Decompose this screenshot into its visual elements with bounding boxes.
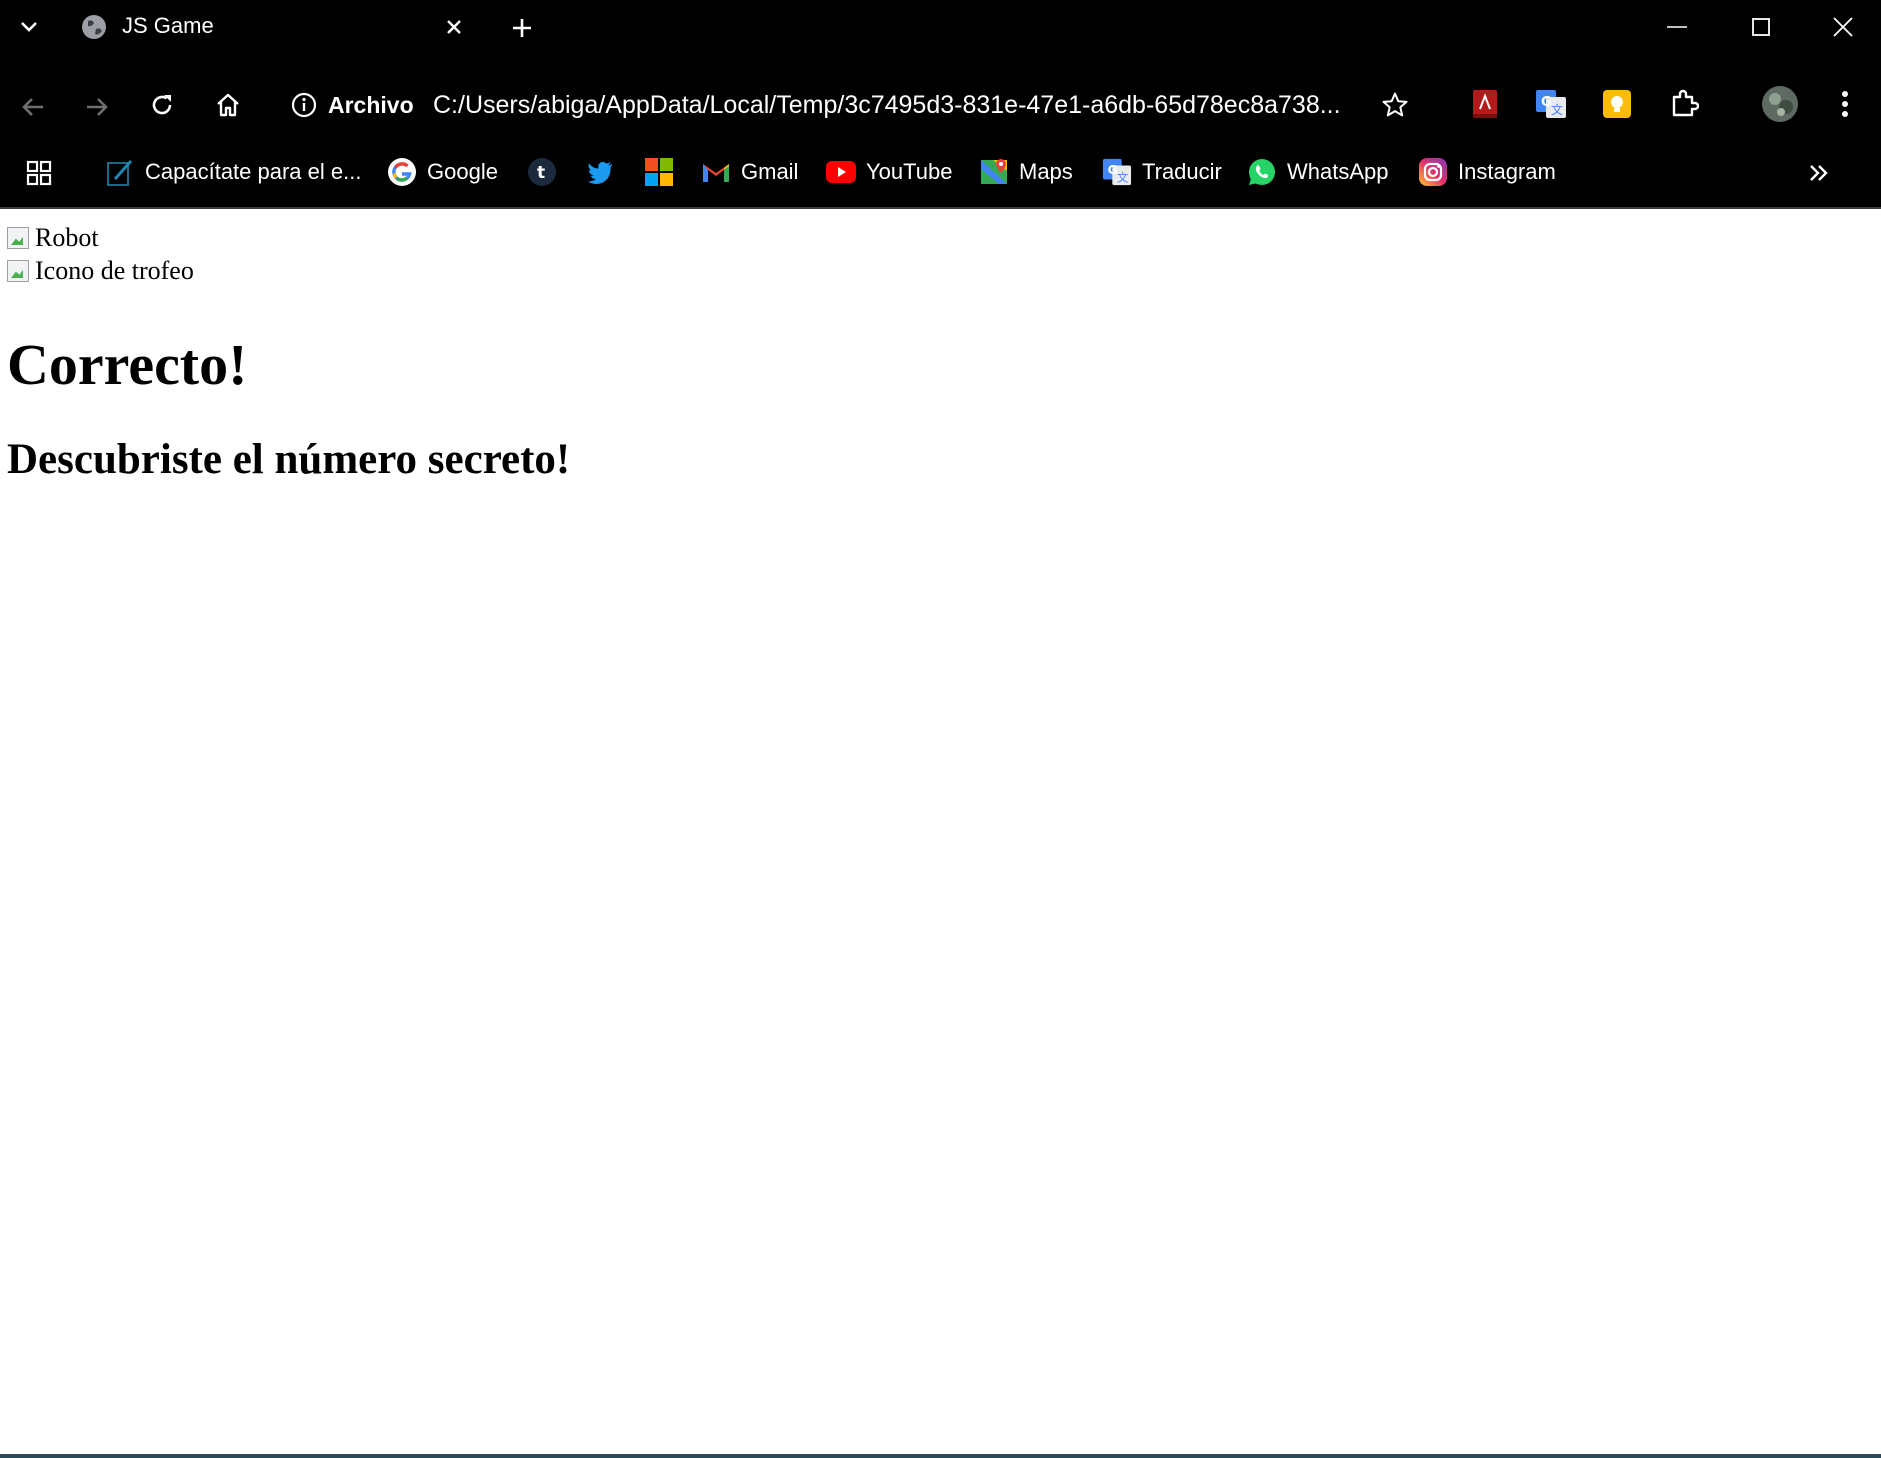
new-tab-icon[interactable] bbox=[506, 12, 538, 44]
svg-text:文: 文 bbox=[1117, 170, 1128, 184]
microsoft-icon bbox=[644, 157, 674, 187]
bookmark-twitter[interactable] bbox=[585, 152, 615, 192]
minimize-icon[interactable] bbox=[1662, 12, 1692, 42]
bookmark-label: Instagram bbox=[1458, 159, 1556, 184]
youtube-icon bbox=[826, 157, 856, 187]
tab-title: JS Game bbox=[122, 13, 214, 38]
page-content: Robot Icono de trofeo Correcto! Descubri… bbox=[0, 209, 1881, 1458]
svg-text:文: 文 bbox=[1551, 102, 1563, 117]
google-icon bbox=[387, 157, 417, 187]
bookmark-traducir[interactable]: G文 Traducir bbox=[1102, 152, 1222, 192]
acrobat-extension-icon[interactable] bbox=[1468, 86, 1502, 122]
trophy-image-alt: Icono de trofeo bbox=[35, 256, 194, 285]
close-window-icon[interactable] bbox=[1828, 12, 1858, 42]
google-translate-extension-icon[interactable]: G文 bbox=[1534, 86, 1568, 122]
reload-icon[interactable] bbox=[145, 88, 179, 122]
browser-tab[interactable]: JS Game bbox=[70, 0, 480, 54]
security-label[interactable]: Archivo bbox=[328, 92, 414, 119]
maps-icon bbox=[979, 157, 1009, 187]
trophy-image: Icono de trofeo bbox=[7, 256, 194, 286]
svg-text:t: t bbox=[537, 163, 545, 183]
broken-image-icon bbox=[7, 227, 29, 249]
bookmark-tumblr[interactable]: t bbox=[527, 152, 557, 192]
forward-icon[interactable] bbox=[80, 90, 114, 124]
back-icon[interactable] bbox=[16, 90, 50, 124]
url-text[interactable]: C:/Users/abiga/AppData/Local/Temp/3c7495… bbox=[433, 91, 1341, 120]
browser-chrome: JS Game Archivo C:/Users/abiga/AppData/L… bbox=[0, 0, 1881, 209]
close-tab-icon[interactable] bbox=[440, 13, 468, 41]
taskbar-edge bbox=[0, 1454, 1881, 1458]
page-subtitle: Descubriste el número secreto! bbox=[7, 436, 571, 483]
bookmark-gmail[interactable]: Gmail bbox=[701, 152, 798, 192]
twitter-icon bbox=[585, 157, 615, 187]
bookmark-label: Traducir bbox=[1142, 159, 1222, 184]
bookmark-label: Capacítate para el e... bbox=[145, 159, 362, 184]
apps-grid-icon[interactable] bbox=[22, 156, 56, 190]
instagram-icon bbox=[1418, 157, 1448, 187]
gmail-icon bbox=[701, 157, 731, 187]
tab-search-chevron-icon[interactable] bbox=[14, 12, 44, 42]
bookmark-whatsapp[interactable]: WhatsApp bbox=[1247, 152, 1389, 192]
profile-avatar-icon[interactable] bbox=[1760, 84, 1800, 124]
bookmark-label: Maps bbox=[1019, 159, 1073, 184]
maximize-icon[interactable] bbox=[1746, 12, 1776, 42]
menu-kebab-icon[interactable] bbox=[1828, 86, 1862, 122]
tumblr-icon: t bbox=[527, 157, 557, 187]
address-bar[interactable]: Archivo C:/Users/abiga/AppData/Local/Tem… bbox=[282, 80, 1412, 130]
robot-image: Robot bbox=[7, 223, 99, 253]
bookmark-label: Google bbox=[427, 159, 498, 184]
bookmark-instagram[interactable]: Instagram bbox=[1418, 152, 1556, 192]
more-bookmarks-chevron-icon[interactable] bbox=[1802, 156, 1836, 190]
globe-icon bbox=[80, 13, 108, 41]
bookmark-maps[interactable]: Maps bbox=[979, 152, 1073, 192]
info-icon[interactable] bbox=[290, 91, 318, 119]
bookmark-capacitate[interactable]: Capacítate para el e... bbox=[105, 152, 361, 192]
home-icon[interactable] bbox=[211, 88, 245, 122]
translate-icon: G文 bbox=[1102, 157, 1132, 187]
bookmark-youtube[interactable]: YouTube bbox=[826, 152, 952, 192]
page-title: Correcto! bbox=[7, 332, 248, 397]
bookmark-label: Gmail bbox=[741, 159, 799, 184]
bookmark-label: WhatsApp bbox=[1287, 159, 1389, 184]
bookmark-microsoft[interactable] bbox=[644, 152, 674, 192]
whatsapp-icon bbox=[1247, 157, 1277, 187]
extensions-puzzle-icon[interactable] bbox=[1666, 86, 1702, 122]
robot-image-alt: Robot bbox=[35, 223, 99, 252]
keep-extension-icon[interactable] bbox=[1600, 86, 1634, 122]
bookmark-google[interactable]: Google bbox=[387, 152, 498, 192]
broken-image-icon bbox=[7, 260, 29, 282]
bookmark-star-icon[interactable] bbox=[1378, 88, 1412, 122]
bookmark-label: YouTube bbox=[866, 159, 953, 184]
pen-icon bbox=[105, 157, 135, 187]
